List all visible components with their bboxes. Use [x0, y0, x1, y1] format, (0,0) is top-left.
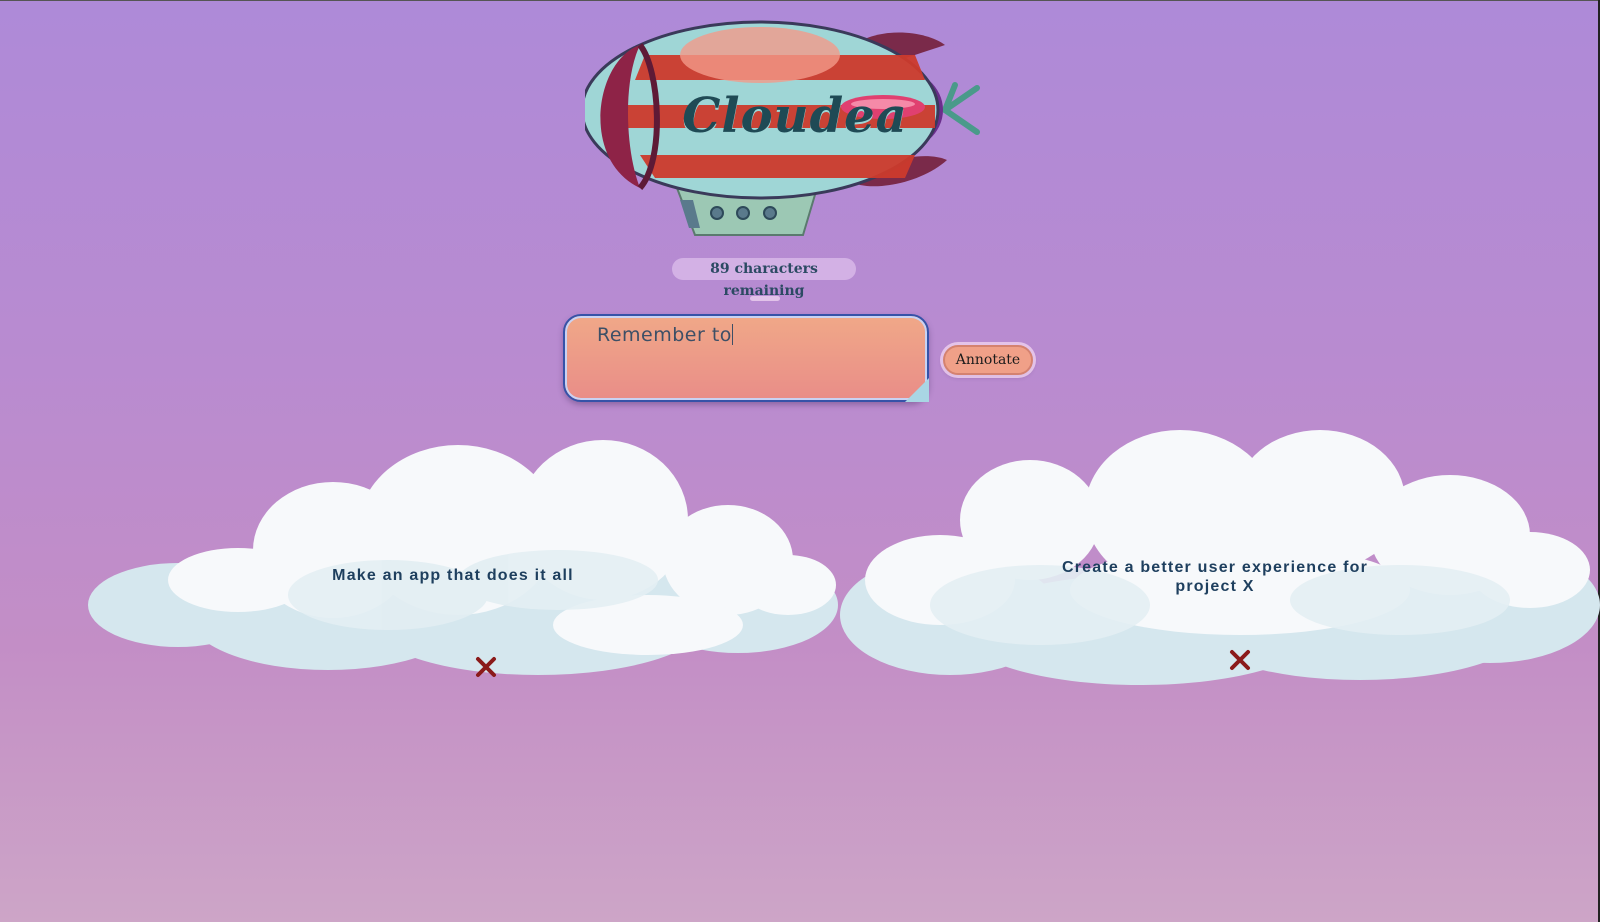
blimp-logo-icon: Cloudea [580, 10, 1005, 250]
characters-remaining-counter: 89 characters remaining [672, 258, 856, 299]
note-cloud: Create a better user experience for proj… [840, 430, 1600, 690]
counter-divider [750, 296, 780, 301]
note-text: Make an app that does it all [332, 567, 574, 584]
delete-icon[interactable] [1229, 649, 1251, 671]
note-input-value: Remember to [597, 324, 732, 346]
note-text: Create a better user experience for proj… [1061, 559, 1369, 595]
note-cloud: Make an app that does it all [88, 440, 840, 690]
text-caret [731, 324, 733, 345]
cloud-shape [88, 440, 838, 675]
note-input[interactable]: Remember to [563, 314, 929, 402]
app-background: Cloudea 89 characters remaining Remember… [0, 0, 1600, 922]
app-logo-text: Cloudea [682, 88, 908, 144]
delete-icon[interactable] [475, 656, 497, 678]
resize-handle-icon[interactable] [905, 378, 929, 402]
annotate-button[interactable]: Annotate [943, 345, 1033, 375]
window-top-edge [0, 0, 1600, 1]
